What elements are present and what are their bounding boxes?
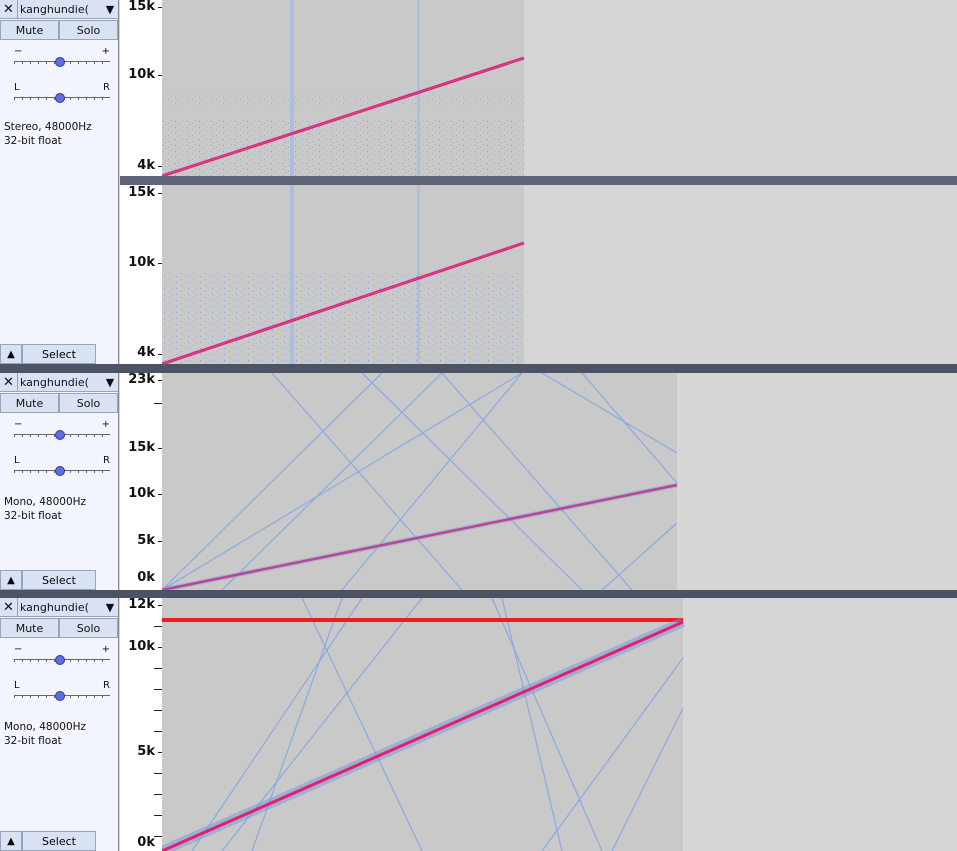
dropdown-arrow-icon[interactable]: ▼	[102, 3, 118, 16]
ruler-tick-label: 10k	[128, 67, 155, 82]
gain-minus-label: −	[14, 419, 23, 430]
solo-button[interactable]: Solo	[59, 20, 118, 40]
ruler-tick-label: 15k	[128, 440, 155, 455]
ruler-tick-label: 5k	[137, 533, 155, 548]
gain-slider-knob[interactable]	[55, 430, 65, 440]
solo-button[interactable]: Solo	[59, 393, 118, 413]
select-button[interactable]: Select	[22, 831, 96, 851]
pan-slider-knob[interactable]	[55, 93, 65, 103]
pan-left-label: L	[14, 82, 20, 93]
track-2: ✕ kanghundie( ▼ Mute Solo − + L R Mono, …	[0, 373, 957, 590]
gain-plus-label: +	[101, 644, 110, 655]
ruler-tick-label: 10k	[128, 639, 155, 654]
collapse-arrow-icon[interactable]: ▲	[0, 831, 22, 851]
dropdown-arrow-icon[interactable]: ▼	[102, 376, 118, 389]
ruler-tick-label: 15k	[128, 185, 155, 200]
format-rate: Stereo, 48000Hz	[4, 121, 92, 133]
spectrogram-channel-1[interactable]	[162, 0, 957, 176]
spectrogram-channel-2[interactable]	[162, 185, 957, 364]
select-button[interactable]: Select	[22, 570, 96, 590]
track-title-bar: ✕ kanghundie( ▼	[0, 0, 118, 19]
gain-slider[interactable]: − +	[14, 419, 110, 441]
pan-right-label: R	[103, 680, 110, 691]
frequency-ruler-channel-1: 15k 10k 4k	[120, 0, 162, 176]
ruler-tick-label: 15k	[128, 0, 155, 14]
format-depth: 32-bit float	[4, 135, 62, 147]
gain-slider[interactable]: − +	[14, 46, 110, 68]
collapse-arrow-icon[interactable]: ▲	[0, 570, 22, 590]
ruler-tick-label: 0k	[137, 835, 155, 850]
dropdown-arrow-icon[interactable]: ▼	[102, 601, 118, 614]
frequency-ruler: 12k 10k 5k 0k	[120, 598, 162, 851]
spectrogram[interactable]	[162, 598, 957, 851]
pan-slider-knob[interactable]	[55, 466, 65, 476]
gain-slider-knob[interactable]	[55, 655, 65, 665]
pan-slider[interactable]: L R	[14, 455, 110, 477]
spectrogram[interactable]	[162, 373, 957, 590]
track-format-info: Mono, 48000Hz 32-bit float	[4, 720, 86, 748]
track-control-panel: ✕ kanghundie( ▼ Mute Solo − + L R Stereo…	[0, 0, 119, 364]
pan-slider[interactable]: L R	[14, 82, 110, 104]
track-control-panel: ✕ kanghundie( ▼ Mute Solo − + L R Mono, …	[0, 373, 119, 590]
track-format-info: Mono, 48000Hz 32-bit float	[4, 495, 86, 523]
track-title-bar: ✕ kanghundie( ▼	[0, 373, 118, 392]
solo-button[interactable]: Solo	[59, 618, 118, 638]
track-control-panel: ✕ kanghundie( ▼ Mute Solo − + L R Mono, …	[0, 598, 119, 851]
pan-slider-knob[interactable]	[55, 691, 65, 701]
frequency-ruler-channel-2: 15k 10k 4k	[120, 185, 162, 364]
track-3: ✕ kanghundie( ▼ Mute Solo − + L R Mono, …	[0, 598, 957, 851]
gain-minus-label: −	[14, 644, 23, 655]
mute-button[interactable]: Mute	[0, 393, 59, 413]
pan-right-label: R	[103, 455, 110, 466]
collapse-arrow-icon[interactable]: ▲	[0, 344, 22, 364]
close-icon[interactable]: ✕	[0, 598, 18, 616]
channel-separator[interactable]	[120, 176, 957, 185]
ruler-tick-label: 0k	[137, 570, 155, 585]
close-icon[interactable]: ✕	[0, 373, 18, 391]
select-button[interactable]: Select	[22, 344, 96, 364]
format-depth: 32-bit float	[4, 735, 62, 747]
close-icon[interactable]: ✕	[0, 0, 18, 18]
ruler-tick-label: 10k	[128, 486, 155, 501]
pan-left-label: L	[14, 455, 20, 466]
gain-slider[interactable]: − +	[14, 644, 110, 666]
gain-plus-label: +	[101, 419, 110, 430]
format-depth: 32-bit float	[4, 510, 62, 522]
track-name-menu[interactable]: kanghundie(	[18, 601, 102, 614]
pan-left-label: L	[14, 680, 20, 691]
gain-slider-knob[interactable]	[55, 57, 65, 67]
pan-slider[interactable]: L R	[14, 680, 110, 702]
mute-button[interactable]: Mute	[0, 20, 59, 40]
track-title-bar: ✕ kanghundie( ▼	[0, 598, 118, 617]
mute-button[interactable]: Mute	[0, 618, 59, 638]
gain-plus-label: +	[101, 46, 110, 57]
pan-right-label: R	[103, 82, 110, 93]
track-format-info: Stereo, 48000Hz 32-bit float	[4, 120, 92, 148]
ruler-tick-label: 12k	[128, 597, 155, 612]
ruler-tick-label: 5k	[137, 744, 155, 759]
track-name-menu[interactable]: kanghundie(	[18, 376, 102, 389]
format-rate: Mono, 48000Hz	[4, 721, 87, 733]
gain-minus-label: −	[14, 46, 23, 57]
ruler-tick-label: 10k	[128, 255, 155, 270]
ruler-tick-label: 4k	[137, 158, 155, 173]
frequency-ruler: 23k 15k 10k 5k 0k	[120, 373, 162, 590]
format-rate: Mono, 48000Hz	[4, 496, 87, 508]
track-name-menu[interactable]: kanghundie(	[18, 3, 102, 16]
track-1: ✕ kanghundie( ▼ Mute Solo − + L R Stereo…	[0, 0, 957, 364]
ruler-tick-label: 23k	[128, 372, 155, 387]
ruler-tick-label: 4k	[137, 345, 155, 360]
